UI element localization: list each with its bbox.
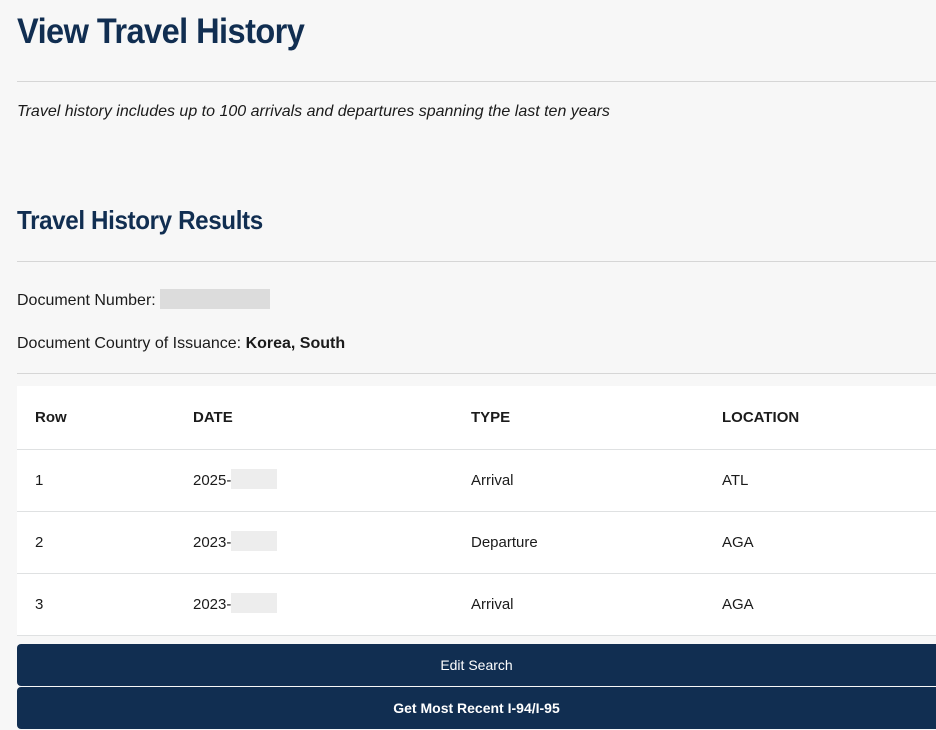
info-divider xyxy=(17,373,936,374)
cell-date: 2023- xyxy=(193,511,471,574)
table-row: 2 2023- Departure AGA xyxy=(17,511,936,574)
table-header-row: Row DATE TYPE LOCATION xyxy=(17,386,936,450)
header-type: TYPE xyxy=(471,386,722,450)
results-divider xyxy=(17,261,936,262)
cell-row: 1 xyxy=(17,449,193,512)
cell-type: Arrival xyxy=(471,449,722,512)
cell-location: ATL xyxy=(722,449,936,512)
date-redacted xyxy=(231,531,278,552)
page-subtitle: Travel history includes up to 100 arriva… xyxy=(17,103,610,120)
date-text: 2023- xyxy=(193,595,232,613)
edit-search-button[interactable]: Edit Search xyxy=(17,644,936,686)
table-row: 1 2025- Arrival ATL xyxy=(17,449,936,512)
document-country-line: Document Country of Issuance: Korea, Sou… xyxy=(17,335,345,353)
title-divider xyxy=(17,81,936,82)
date-redacted xyxy=(231,469,278,490)
date-text: 2023- xyxy=(193,533,232,551)
page-title: View Travel History xyxy=(17,12,305,51)
cell-date: 2025- xyxy=(193,449,471,512)
table-row: 3 2023- Arrival AGA xyxy=(17,573,936,636)
results-title: Travel History Results xyxy=(17,205,263,235)
travel-history-table: Row DATE TYPE LOCATION 1 2025- Arrival A… xyxy=(17,386,936,636)
header-date: DATE xyxy=(193,386,471,450)
date-text: 2025- xyxy=(193,471,232,489)
header-location: LOCATION xyxy=(722,386,936,450)
cell-location: AGA xyxy=(722,511,936,574)
cell-location: AGA xyxy=(722,573,936,636)
cell-row: 2 xyxy=(17,511,193,574)
cell-type: Departure xyxy=(471,511,722,574)
travel-history-table-container: Row DATE TYPE LOCATION 1 2025- Arrival A… xyxy=(17,386,936,636)
document-country-label: Document Country of Issuance: xyxy=(17,335,242,352)
document-country-value: Korea, South xyxy=(245,335,346,352)
document-number-redacted xyxy=(159,289,270,310)
date-redacted xyxy=(231,593,278,614)
header-row: Row xyxy=(17,386,193,450)
document-number-line: Document Number: xyxy=(17,289,270,310)
cell-row: 3 xyxy=(17,573,193,636)
document-number-label: Document Number: xyxy=(17,292,156,309)
get-most-recent-i94-button[interactable]: Get Most Recent I-94/I-95 xyxy=(17,687,936,729)
cell-type: Arrival xyxy=(471,573,722,636)
travel-history-page: View Travel History Travel history inclu… xyxy=(0,0,936,730)
cell-date: 2023- xyxy=(193,573,471,636)
